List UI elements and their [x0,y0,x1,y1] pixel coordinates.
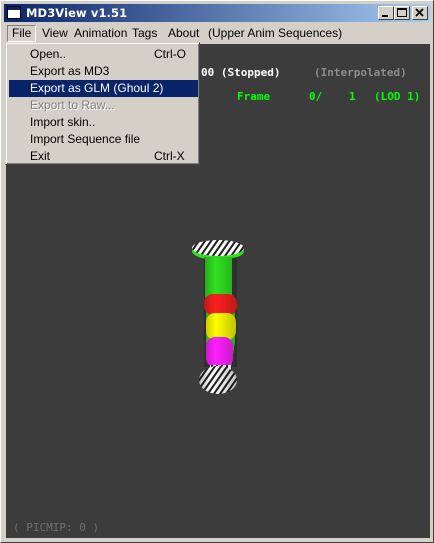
menu-item-import-sequence[interactable]: Import Sequence file [9,131,198,148]
menu-item-export-glm[interactable]: Export as GLM (Ghoul 2) [9,80,198,97]
menu-item-import-sequence-label: Import Sequence file [30,132,141,146]
menu-file[interactable]: File [7,25,37,42]
menu-item-open-label: Open.. [30,47,67,61]
menu-item-export-md3[interactable]: Export as MD3 [9,63,198,80]
close-icon [415,8,424,17]
window-title: MD3View v1.51 [26,6,128,20]
menu-bar: File View Animation Tags About (Upper An… [4,23,430,43]
menu-view[interactable]: View [38,25,72,42]
menu-item-open[interactable]: Open.. Ctrl-O [9,46,198,63]
menu-item-exit-shortcut: Ctrl-X [154,149,185,163]
menu-item-export-raw: Export to Raw... [9,97,198,114]
menu-about[interactable]: About [164,25,203,42]
title-bar[interactable]: MD3View v1.51 [4,4,430,22]
minimize-icon [382,15,388,17]
menu-animation[interactable]: Animation [70,25,131,42]
menu-item-import-skin[interactable]: Import skin.. [9,114,198,131]
close-button[interactable] [412,6,428,20]
maximize-button[interactable] [394,6,410,20]
menu-item-export-md3-label: Export as MD3 [30,64,110,78]
menu-item-export-glm-label: Export as GLM (Ghoul 2) [30,81,164,95]
model-shaft [204,257,237,379]
model-base [199,366,237,394]
file-dropdown-menu: Open.. Ctrl-O Export as MD3 Export as GL… [5,42,200,165]
menu-item-import-skin-label: Import skin.. [30,115,96,129]
app-icon [7,6,21,19]
application-window: MD3View v1.51 File View Animation Tags A… [0,0,434,543]
maximize-icon [397,8,407,17]
minimize-button[interactable] [378,6,394,20]
menu-tags[interactable]: Tags [128,25,161,42]
menu-upper-anim-sequences[interactable]: (Upper Anim Sequences) [204,25,346,42]
menu-item-open-shortcut: Ctrl-O [154,47,186,61]
menu-item-exit[interactable]: Exit Ctrl-X [9,148,198,165]
menu-item-export-raw-label: Export to Raw... [30,98,115,112]
menu-item-exit-label: Exit [30,149,51,163]
